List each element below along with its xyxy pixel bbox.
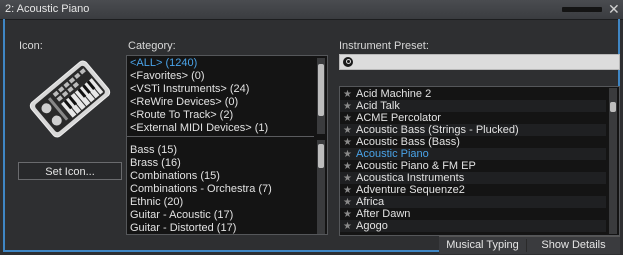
preset-row[interactable]: ★ After Dawn (340, 208, 606, 220)
favorite-star-icon[interactable]: ★ (340, 221, 356, 233)
preset-row[interactable]: ★ Acoustic Bass (Bass) (340, 136, 606, 148)
category-item[interactable]: Guitar - Distorted (17) (130, 222, 236, 234)
category-scrollbar[interactable] (317, 140, 325, 234)
preset-row[interactable]: ★ Agogo (340, 220, 606, 232)
title-bar[interactable]: 2: Acoustic Piano ✕ (0, 0, 623, 20)
search-icon (343, 57, 353, 67)
preset-list[interactable]: ★ Acid Machine 2 ★ Acid Talk ★ ACME Percola… (339, 86, 620, 236)
scrollbar-thumb[interactable] (318, 144, 324, 168)
category-item[interactable]: Combinations - Orchestra (7) (130, 183, 272, 195)
preset-name: Acid Machine 2 (356, 88, 432, 100)
category-label: Category: (128, 40, 176, 52)
category-top-scrollbar[interactable] (317, 58, 325, 134)
preset-row[interactable]: ★ Africa (340, 196, 606, 208)
bottom-tab-bar: Musical Typing Show Details (439, 236, 620, 254)
preset-name: Acoustic Piano & FM EP (356, 160, 476, 172)
category-item[interactable]: Ethnic (20) (130, 196, 183, 208)
icon-label: Icon: (19, 40, 43, 52)
category-item-external-midi[interactable]: <External MIDI Devices> (1) (130, 122, 268, 134)
category-item[interactable]: Combinations (15) (130, 170, 220, 182)
category-item-rewire[interactable]: <ReWire Devices> (0) (130, 96, 238, 108)
preset-row[interactable]: ★ Acid Talk (340, 100, 606, 112)
preset-name: Adventure Sequenze2 (356, 184, 465, 196)
category-item-route-to-track[interactable]: <Route To Track> (2) (130, 109, 233, 121)
preset-label: Instrument Preset: (339, 40, 429, 52)
preset-name: Acoustic Bass (Strings - Plucked) (356, 124, 519, 136)
category-item-vsti[interactable]: <VSTi Instruments> (24) (130, 83, 249, 95)
musical-typing-button[interactable]: Musical Typing (439, 237, 526, 254)
category-item[interactable]: Bass (15) (130, 144, 177, 156)
set-icon-button[interactable]: Set Icon... (18, 162, 122, 180)
preset-name: After Dawn (356, 208, 411, 220)
preset-name: Acoustica Instruments (356, 172, 465, 184)
preset-row-selected[interactable]: ★ Acoustic Piano (340, 148, 606, 160)
keyboard-controller-icon (26, 55, 114, 143)
preset-name: Africa (356, 196, 385, 208)
preset-name: Acid Talk (356, 100, 400, 112)
category-item-all[interactable]: <ALL> (1240) (130, 57, 197, 69)
title-grip[interactable] (562, 7, 602, 12)
preset-search-input[interactable] (339, 54, 620, 70)
preset-row[interactable]: ★ Acoustica Instruments (340, 172, 606, 184)
category-list[interactable]: <ALL> (1240) <Favorites> (0) <VSTi Instr… (126, 55, 328, 235)
preset-row[interactable]: ★ Acid Machine 2 (340, 88, 606, 100)
close-icon[interactable]: ✕ (608, 1, 620, 17)
window-title: 2: Acoustic Piano (5, 3, 90, 15)
preset-name: Acoustic Bass (Bass) (356, 136, 460, 148)
preset-row[interactable]: ★ ACME Percolator (340, 112, 606, 124)
preset-row[interactable]: ★ Acoustic Piano & FM EP (340, 160, 606, 172)
preset-name: ACME Percolator (356, 112, 441, 124)
scrollbar-thumb[interactable] (318, 64, 324, 116)
category-item[interactable]: Guitar - Acoustic (17) (130, 209, 233, 221)
preset-name: Agogo (356, 220, 388, 232)
category-item-favorites[interactable]: <Favorites> (0) (130, 70, 205, 82)
category-item[interactable]: Brass (16) (130, 157, 181, 169)
preset-row[interactable]: ★ Adventure Sequenze2 (340, 184, 606, 196)
show-details-button[interactable]: Show Details (527, 237, 620, 254)
category-divider[interactable] (127, 136, 314, 137)
preset-name: Acoustic Piano (356, 148, 429, 160)
scrollbar-thumb[interactable] (610, 102, 616, 112)
preset-row[interactable]: ★ Acoustic Bass (Strings - Plucked) (340, 124, 606, 136)
preset-scrollbar[interactable] (609, 88, 617, 234)
